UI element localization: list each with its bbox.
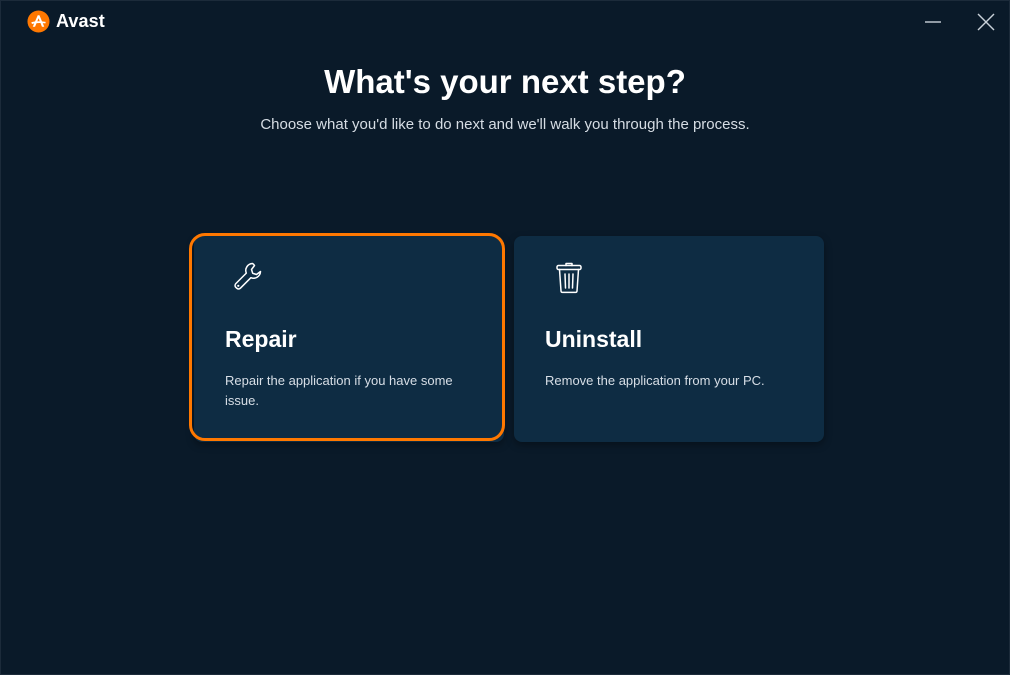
page-title: What's your next step? xyxy=(324,63,686,100)
close-icon xyxy=(977,13,995,31)
minimize-button[interactable] xyxy=(918,7,948,37)
brand: Avast xyxy=(27,10,105,33)
page-subtitle: Choose what you'd like to do next and we… xyxy=(260,116,750,133)
wrench-icon xyxy=(234,262,262,290)
uninstall-description: Remove the application from your PC. xyxy=(545,373,765,388)
trash-icon xyxy=(556,262,582,294)
minimize-icon xyxy=(925,21,941,23)
repair-title: Repair xyxy=(225,326,297,352)
close-button[interactable] xyxy=(971,7,1001,37)
uninstall-option-card[interactable]: Uninstall Remove the application from yo… xyxy=(514,236,824,442)
app-window: Avast What's your next step? Choose what… xyxy=(0,0,1010,675)
repair-option-card[interactable]: Repair Repair the application if you hav… xyxy=(194,236,504,442)
avast-logo-icon xyxy=(27,10,50,33)
app-name: Avast xyxy=(56,11,105,31)
uninstall-title: Uninstall xyxy=(545,326,643,352)
title-bar: Avast xyxy=(1,1,1009,45)
repair-description: Repair the application if you have some … xyxy=(225,373,453,408)
